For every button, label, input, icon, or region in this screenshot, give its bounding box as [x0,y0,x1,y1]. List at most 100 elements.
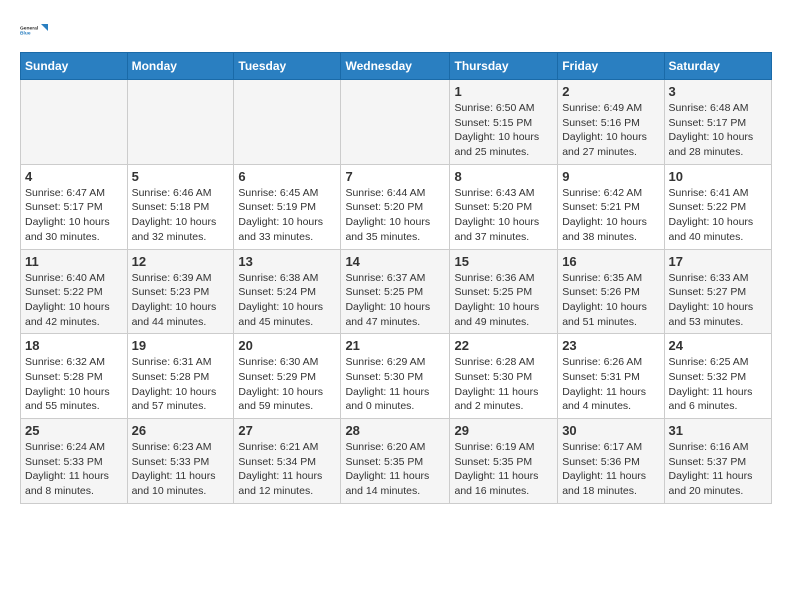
calendar-cell: 11 Sunrise: 6:40 AM Sunset: 5:22 PM Dayli… [21,249,128,334]
calendar-cell: 28 Sunrise: 6:20 AM Sunset: 5:35 PM Dayli… [341,419,450,504]
day-number: 8 [454,169,553,184]
day-number: 10 [669,169,767,184]
calendar-cell: 29Sunrise: 6:19 AM Sunset: 5:35 PM Dayli… [450,419,558,504]
day-detail: Sunrise: 6:42 AM Sunset: 5:21 PM Dayligh… [562,186,659,245]
day-number: 3 [669,84,767,99]
day-detail: Sunrise: 6:44 AM Sunset: 5:20 PM Dayligh… [345,186,445,245]
day-number: 1 [454,84,553,99]
calendar-week-row: 4 Sunrise: 6:47 AM Sunset: 5:17 PM Daylig… [21,164,772,249]
calendar-week-row: 25 Sunrise: 6:24 AM Sunset: 5:33 PM Dayli… [21,419,772,504]
day-detail: Sunrise: 6:46 AM Sunset: 5:18 PM Dayligh… [132,186,230,245]
day-detail: Sunrise: 6:24 AM Sunset: 5:33 PM Dayligh… [25,440,123,499]
day-detail: Sunrise: 6:31 AM Sunset: 5:28 PM Dayligh… [132,355,230,414]
day-number: 19 [132,338,230,353]
day-number: 31 [669,423,767,438]
calendar-cell: 21 Sunrise: 6:29 AM Sunset: 5:30 PM Dayli… [341,334,450,419]
day-number: 17 [669,254,767,269]
day-header-sunday: Sunday [21,53,128,80]
calendar-cell [127,80,234,165]
day-detail: Sunrise: 6:49 AM Sunset: 5:16 PM Dayligh… [562,101,659,160]
day-header-tuesday: Tuesday [234,53,341,80]
calendar-cell: 2 Sunrise: 6:49 AM Sunset: 5:16 PM Daylig… [558,80,664,165]
calendar-cell: 13 Sunrise: 6:38 AM Sunset: 5:24 PM Dayli… [234,249,341,334]
calendar-cell: 18Sunrise: 6:32 AM Sunset: 5:28 PM Dayli… [21,334,128,419]
page-header: GeneralBlue [20,16,772,44]
day-detail: Sunrise: 6:19 AM Sunset: 5:35 PM Dayligh… [454,440,553,499]
calendar-table: SundayMondayTuesdayWednesdayThursdayFrid… [20,52,772,504]
calendar-cell: 10 Sunrise: 6:41 AM Sunset: 5:22 PM Dayli… [664,164,771,249]
day-detail: Sunrise: 6:37 AM Sunset: 5:25 PM Dayligh… [345,271,445,330]
calendar-week-row: 18Sunrise: 6:32 AM Sunset: 5:28 PM Dayli… [21,334,772,419]
calendar-cell: 19 Sunrise: 6:31 AM Sunset: 5:28 PM Dayli… [127,334,234,419]
day-detail: Sunrise: 6:38 AM Sunset: 5:24 PM Dayligh… [238,271,336,330]
day-number: 12 [132,254,230,269]
day-header-saturday: Saturday [664,53,771,80]
calendar-cell: 12 Sunrise: 6:39 AM Sunset: 5:23 PM Dayli… [127,249,234,334]
calendar-cell [341,80,450,165]
calendar-cell [234,80,341,165]
calendar-cell: 25 Sunrise: 6:24 AM Sunset: 5:33 PM Dayli… [21,419,128,504]
calendar-cell: 22 Sunrise: 6:28 AM Sunset: 5:30 PM Dayli… [450,334,558,419]
day-detail: Sunrise: 6:48 AM Sunset: 5:17 PM Dayligh… [669,101,767,160]
day-detail: Sunrise: 6:40 AM Sunset: 5:22 PM Dayligh… [25,271,123,330]
calendar-cell: 14 Sunrise: 6:37 AM Sunset: 5:25 PM Dayli… [341,249,450,334]
day-detail: Sunrise: 6:25 AM Sunset: 5:32 PM Dayligh… [669,355,767,414]
day-header-friday: Friday [558,53,664,80]
calendar-cell: 24Sunrise: 6:25 AM Sunset: 5:32 PM Dayli… [664,334,771,419]
svg-text:Blue: Blue [20,31,31,37]
day-number: 9 [562,169,659,184]
day-number: 4 [25,169,123,184]
day-number: 23 [562,338,659,353]
day-header-thursday: Thursday [450,53,558,80]
day-number: 16 [562,254,659,269]
calendar-cell: 3 Sunrise: 6:48 AM Sunset: 5:17 PM Daylig… [664,80,771,165]
day-detail: Sunrise: 6:50 AM Sunset: 5:15 PM Dayligh… [454,101,553,160]
calendar-week-row: 11 Sunrise: 6:40 AM Sunset: 5:22 PM Dayli… [21,249,772,334]
day-detail: Sunrise: 6:21 AM Sunset: 5:34 PM Dayligh… [238,440,336,499]
day-number: 21 [345,338,445,353]
day-number: 30 [562,423,659,438]
day-detail: Sunrise: 6:16 AM Sunset: 5:37 PM Dayligh… [669,440,767,499]
day-detail: Sunrise: 6:28 AM Sunset: 5:30 PM Dayligh… [454,355,553,414]
day-number: 25 [25,423,123,438]
day-number: 2 [562,84,659,99]
day-number: 13 [238,254,336,269]
day-detail: Sunrise: 6:20 AM Sunset: 5:35 PM Dayligh… [345,440,445,499]
day-detail: Sunrise: 6:26 AM Sunset: 5:31 PM Dayligh… [562,355,659,414]
day-detail: Sunrise: 6:41 AM Sunset: 5:22 PM Dayligh… [669,186,767,245]
calendar-cell: 27Sunrise: 6:21 AM Sunset: 5:34 PM Dayli… [234,419,341,504]
calendar-cell: 5 Sunrise: 6:46 AM Sunset: 5:18 PM Daylig… [127,164,234,249]
day-detail: Sunrise: 6:45 AM Sunset: 5:19 PM Dayligh… [238,186,336,245]
day-detail: Sunrise: 6:39 AM Sunset: 5:23 PM Dayligh… [132,271,230,330]
day-number: 18 [25,338,123,353]
day-header-monday: Monday [127,53,234,80]
day-number: 28 [345,423,445,438]
calendar-cell: 17 Sunrise: 6:33 AM Sunset: 5:27 PM Dayli… [664,249,771,334]
day-detail: Sunrise: 6:17 AM Sunset: 5:36 PM Dayligh… [562,440,659,499]
svg-text:General: General [20,25,39,31]
calendar-cell: 15Sunrise: 6:36 AM Sunset: 5:25 PM Dayli… [450,249,558,334]
day-detail: Sunrise: 6:47 AM Sunset: 5:17 PM Dayligh… [25,186,123,245]
day-number: 22 [454,338,553,353]
day-number: 15 [454,254,553,269]
day-header-wednesday: Wednesday [341,53,450,80]
day-detail: Sunrise: 6:43 AM Sunset: 5:20 PM Dayligh… [454,186,553,245]
calendar-cell: 1 Sunrise: 6:50 AM Sunset: 5:15 PM Daylig… [450,80,558,165]
day-number: 7 [345,169,445,184]
calendar-cell: 4 Sunrise: 6:47 AM Sunset: 5:17 PM Daylig… [21,164,128,249]
calendar-week-row: 1 Sunrise: 6:50 AM Sunset: 5:15 PM Daylig… [21,80,772,165]
day-number: 14 [345,254,445,269]
logo-icon: GeneralBlue [20,16,48,44]
calendar-cell: 31 Sunrise: 6:16 AM Sunset: 5:37 PM Dayli… [664,419,771,504]
day-detail: Sunrise: 6:35 AM Sunset: 5:26 PM Dayligh… [562,271,659,330]
day-detail: Sunrise: 6:29 AM Sunset: 5:30 PM Dayligh… [345,355,445,414]
day-number: 6 [238,169,336,184]
calendar-cell: 7 Sunrise: 6:44 AM Sunset: 5:20 PM Daylig… [341,164,450,249]
day-number: 11 [25,254,123,269]
calendar-cell: 23 Sunrise: 6:26 AM Sunset: 5:31 PM Dayli… [558,334,664,419]
calendar-header-row: SundayMondayTuesdayWednesdayThursdayFrid… [21,53,772,80]
day-detail: Sunrise: 6:33 AM Sunset: 5:27 PM Dayligh… [669,271,767,330]
day-number: 20 [238,338,336,353]
day-number: 5 [132,169,230,184]
calendar-cell: 26Sunrise: 6:23 AM Sunset: 5:33 PM Dayli… [127,419,234,504]
